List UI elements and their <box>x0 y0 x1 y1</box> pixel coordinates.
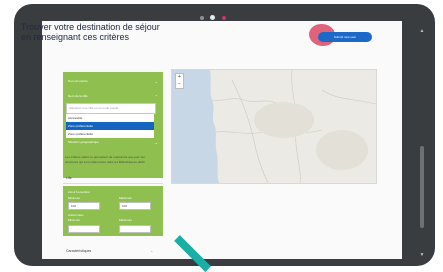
beds-min-input[interactable]: 100 <box>68 202 100 210</box>
filter-geo[interactable]: Situation géographique ⌄ <box>66 138 160 147</box>
beds-max-input[interactable]: 100 <box>119 202 151 210</box>
page-title-line-2: en renseignant ces critères <box>21 32 130 42</box>
page-title: Trouver votre destination de séjour en r… <box>21 22 171 42</box>
other-places-label: Autres lieux <box>68 213 84 217</box>
chevron-down-icon[interactable]: ⌄ <box>150 248 153 253</box>
indicator-dot <box>222 16 226 20</box>
region-shading <box>316 130 368 170</box>
divider <box>63 183 163 184</box>
other-min-input[interactable] <box>68 225 100 233</box>
chevron-up-icon[interactable]: ⌃ <box>150 175 153 180</box>
dropdown-option[interactable]: Accessible <box>66 114 154 122</box>
indicator-dot <box>200 16 204 20</box>
other-max-label: Maximum <box>119 218 133 222</box>
dropdown-option[interactable]: Zone préférentielle <box>66 130 154 138</box>
map[interactable]: + − <box>171 69 377 184</box>
zoom-in-button[interactable]: + <box>176 74 183 81</box>
filter-geo-label: Situation géographique <box>68 140 99 144</box>
scroll-up-icon[interactable]: ▲ <box>419 28 425 34</box>
beds-panel: Lits à l'ouverture Minimum Maximum 100 1… <box>63 186 163 236</box>
page-title-line-1: Trouver votre destination de séjour <box>21 22 160 32</box>
filter-city-name-label: Nom de la ville <box>68 94 88 98</box>
camera-icon <box>210 15 215 20</box>
filter-center-name-label: Nom du centre <box>68 79 88 83</box>
filter-city-name[interactable]: Nom de la ville ⌃ <box>66 92 160 101</box>
zoom-out-button[interactable]: − <box>176 81 183 88</box>
beds-label: Lits à l'ouverture <box>68 190 90 194</box>
filters-note: Les critères saisis ne permettent de res… <box>65 155 146 164</box>
other-max-input[interactable] <box>119 225 151 233</box>
submit-button[interactable]: Submit new user <box>318 32 372 42</box>
chevron-down-icon: ⌄ <box>154 79 158 84</box>
beds-min-label: Minimum <box>68 196 81 200</box>
other-min-label: Minimum <box>68 218 81 222</box>
scroll-down-icon[interactable]: ▼ <box>419 252 425 258</box>
region-shading <box>254 102 314 138</box>
beds-section-label: Lits <box>66 176 72 180</box>
map-canvas <box>172 70 376 183</box>
page-scrollbar[interactable]: ▲ ▼ <box>419 28 425 258</box>
city-search-input[interactable]: Saisissez une ville ou un code postal <box>66 103 156 114</box>
dropdown-option-selected[interactable]: Zone préférentielle <box>66 122 154 130</box>
characteristics-section-label: Caractéristiques <box>66 249 92 253</box>
chevron-up-icon: ⌃ <box>154 94 158 99</box>
beds-max-label: Maximum <box>119 196 133 200</box>
chevron-down-icon: ⌄ <box>154 140 158 145</box>
filter-center-name[interactable]: Nom du centre ⌄ <box>66 77 160 86</box>
zoom-control: + − <box>175 73 184 89</box>
scroll-thumb[interactable] <box>420 146 424 228</box>
